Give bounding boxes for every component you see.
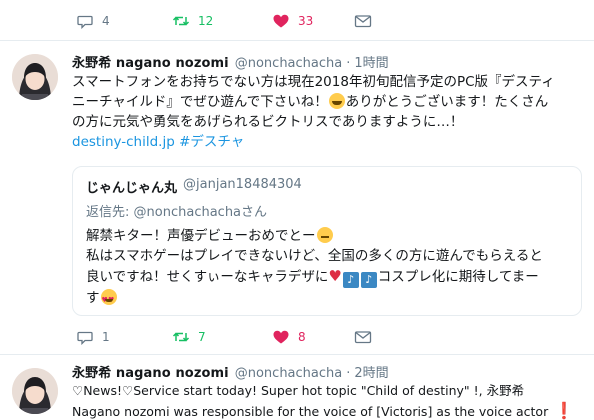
envelope-icon	[354, 328, 372, 346]
top-action-bar: 4 12 33	[76, 11, 380, 31]
tweet[interactable]: 永野希 nagano nozomi @nonchachacha · 1時間 スマ…	[0, 40, 594, 354]
tweet-header: 永野希 nagano nozomi @nonchachacha · 1時間	[72, 52, 389, 71]
separator: ·	[346, 56, 351, 71]
display-name[interactable]: 永野希 nagano nozomi	[72, 52, 229, 71]
tweet[interactable]: 永野希 nagano nozomi @nonchachacha · 2時間 ♡N…	[0, 354, 594, 420]
timestamp[interactable]: 2時間	[354, 362, 388, 381]
quoted-line: 私はスマホゲーはプレイできないけど、全国の多くの方に遊んでもらえると	[86, 248, 543, 264]
like-count: 33	[298, 14, 314, 28]
hashtag-link[interactable]: #デスチャ	[179, 134, 244, 150]
retweet-icon	[172, 328, 190, 346]
heart-eyes-emoji-icon	[100, 289, 117, 310]
like-button[interactable]: 8	[272, 328, 354, 346]
timestamp[interactable]: 1時間	[354, 52, 388, 71]
reply-button[interactable]: 1	[76, 328, 172, 346]
reply-count: 1	[102, 330, 110, 344]
tweet-line: スマートフォンをお持ちでない方は現在2018年初旬配信予定のPC版『デスティ	[72, 74, 555, 90]
retweet-count: 7	[198, 330, 206, 344]
display-name[interactable]: 永野希 nagano nozomi	[72, 362, 229, 381]
tweet-line: destiny-child.jp #デスチャ	[72, 132, 582, 152]
quoted-line-part: 解禁キター！声優デビューおめでとー	[86, 228, 316, 244]
retweet-button[interactable]: 12	[172, 12, 272, 30]
tweet-line: ニーチャイルド』でぜひ遊んで下さいね！ ありがとうございます！たくさん	[72, 92, 582, 112]
musical-note-emoji-icon: ♪	[360, 272, 377, 288]
quoted-line-part: す	[86, 290, 100, 306]
reply-context: 返信先: @nonchachachaさん	[86, 201, 267, 220]
retweet-count: 12	[198, 14, 214, 28]
quoted-line-part: 良いですね！せくすぃーなキャラデザに	[86, 269, 329, 285]
reply-icon	[76, 12, 94, 30]
envelope-icon	[354, 12, 372, 30]
tweet-text: ♡News!♡Service start today! Super hot to…	[72, 381, 582, 420]
tweet-text: スマートフォンをお持ちでない方は現在2018年初旬配信予定のPC版『デスティ ニ…	[72, 72, 582, 152]
reply-handle: @nonchachachaさん	[133, 205, 268, 220]
quoted-handle: @janjan18484304	[183, 177, 302, 192]
quoted-line: 良いですね！せくすぃーなキャラデザに♥ ♪ ♪ コスプレ化に期待してまー	[86, 266, 576, 288]
sweat-smile-emoji-icon	[316, 227, 333, 243]
heart-icon	[272, 12, 290, 30]
user-handle[interactable]: @nonchachacha	[235, 366, 343, 381]
avatar[interactable]	[12, 368, 58, 414]
quoted-line: 解禁キター！声優デビューおめでとー	[86, 226, 576, 246]
reply-button[interactable]: 4	[76, 12, 172, 30]
user-handle[interactable]: @nonchachacha	[235, 56, 343, 71]
quoted-text: 解禁キター！声優デビューおめでとー 私はスマホゲーはプレイできないけど、全国の多…	[86, 226, 576, 310]
tweet-line: Nagano nozomi was responsible for the vo…	[72, 401, 582, 420]
red-heart-emoji-icon: ♥	[328, 267, 342, 285]
grinning-emoji-icon	[328, 93, 345, 109]
tweet-line-part: ありがとうございます！たくさん	[345, 94, 549, 110]
musical-note-emoji-icon: ♪	[342, 272, 359, 288]
separator: ·	[346, 366, 351, 381]
like-count: 8	[298, 330, 306, 344]
quoted-line-part: コスプレ化に期待してまー	[377, 269, 539, 285]
tweet-header: 永野希 nagano nozomi @nonchachacha · 2時間	[72, 362, 389, 381]
quoted-header: じゃんじゃん丸 @janjan18484304	[86, 177, 302, 196]
website-link[interactable]: destiny-child.jp	[72, 134, 175, 150]
tweet-line: の方に元気や勇気をあげられるビクトリスでありますように…！	[72, 114, 464, 130]
reply-icon	[76, 328, 94, 346]
quoted-display-name: じゃんじゃん丸	[86, 181, 178, 196]
heart-icon	[272, 328, 290, 346]
avatar[interactable]	[12, 54, 58, 100]
dm-button[interactable]	[354, 12, 380, 30]
retweet-icon	[172, 12, 190, 30]
retweet-button[interactable]: 7	[172, 328, 272, 346]
quoted-line: す	[86, 288, 576, 310]
like-button[interactable]: 33	[272, 12, 354, 30]
reply-count: 4	[102, 14, 110, 28]
tweet-line: ♡News!♡Service start today! Super hot to…	[72, 383, 525, 398]
tweet-line-part: ニーチャイルド』でぜひ遊んで下さいね！	[72, 94, 328, 110]
reply-prefix: 返信先:	[86, 205, 130, 220]
tweet-actions: 1 7 8	[76, 327, 380, 347]
exclamation-emoji-icon: ❗	[554, 401, 575, 420]
quoted-tweet[interactable]: じゃんじゃん丸 @janjan18484304 返信先: @nonchachac…	[72, 166, 582, 316]
tweet-line-part: Nagano nozomi was responsible for the vo…	[72, 404, 549, 419]
dm-button[interactable]	[354, 328, 380, 346]
